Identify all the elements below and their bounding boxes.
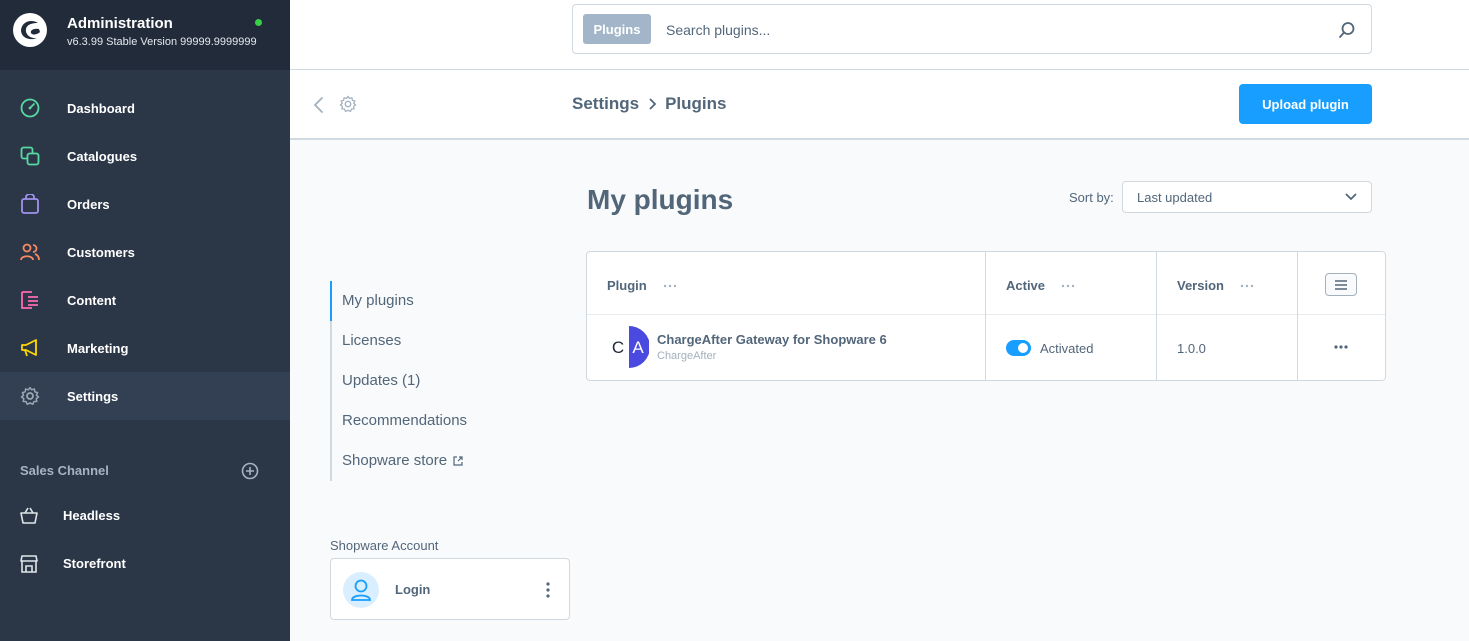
column-divider (1156, 252, 1157, 380)
search-input[interactable] (666, 19, 1306, 41)
channel-label: Headless (63, 508, 121, 523)
sales-channel-title: Sales Channel (20, 463, 109, 478)
orders-icon (21, 194, 39, 214)
smart-bar: Settings Plugins Upload plugin (290, 70, 1469, 140)
account-section-label: Shopware Account (330, 538, 439, 553)
marketing-icon (21, 339, 37, 357)
logo-letter-a: A (632, 338, 644, 357)
sales-channel-headless[interactable]: Headless (0, 496, 290, 536)
row-actions-icon[interactable] (1333, 344, 1349, 350)
nav-label: Marketing (67, 340, 129, 356)
sidebar: Administration v6.3.99 Stable Version 99… (0, 0, 290, 641)
page-title: My plugins (587, 184, 734, 215)
back-arrow-icon[interactable] (312, 96, 326, 114)
search-type-badge[interactable]: Plugins (583, 14, 651, 44)
tab-recommendations[interactable]: Recommendations (342, 412, 467, 429)
settings-icon[interactable] (339, 95, 357, 113)
plugin-vendor: ChargeAfter (657, 350, 717, 362)
dashboard-icon (20, 98, 40, 118)
column-header-version[interactable]: Version (1177, 278, 1254, 293)
column-header-label: Version (1177, 278, 1224, 293)
tab-label: Recommendations (342, 412, 468, 429)
nav-item-catalogues[interactable]: Catalogues (0, 132, 290, 180)
column-divider (1297, 252, 1298, 380)
column-options-icon[interactable] (663, 284, 677, 288)
column-header-active[interactable]: Active (1006, 278, 1075, 293)
plugin-logo: C A (612, 326, 649, 368)
catalogues-icon (20, 146, 40, 166)
storefront-icon (20, 555, 38, 573)
column-header-label: Active (1006, 278, 1046, 293)
nav-item-orders[interactable]: Orders (0, 180, 290, 228)
nav-label: Content (67, 292, 117, 308)
tab-updates[interactable]: Updates (1) (342, 372, 420, 389)
column-header-plugin[interactable]: Plugin (607, 278, 677, 293)
logo-letter-c: C (612, 338, 624, 357)
customers-icon (20, 243, 40, 261)
basket-icon (20, 507, 38, 524)
nav-item-dashboard[interactable]: Dashboard (0, 84, 290, 132)
account-card: Login (330, 558, 570, 620)
nav-item-marketing[interactable]: Marketing (0, 324, 290, 372)
sales-channel-storefront[interactable]: Storefront (0, 544, 290, 584)
channel-label: Storefront (63, 556, 126, 571)
global-search: Plugins (572, 4, 1372, 54)
column-options-icon[interactable] (1240, 284, 1254, 288)
top-search-bar: Plugins (290, 0, 1469, 70)
user-icon (351, 579, 371, 601)
chevron-down-icon (1345, 193, 1357, 201)
breadcrumb-parent[interactable]: Settings (572, 94, 639, 114)
nav-label: Settings (67, 388, 119, 404)
nav-item-customers[interactable]: Customers (0, 228, 290, 276)
avatar (343, 572, 379, 608)
plugin-side-tabs: My plugins Licenses Updates (1) Recommen… (330, 281, 530, 481)
nav-item-settings[interactable]: Settings (0, 372, 290, 420)
add-sales-channel-icon[interactable] (241, 462, 259, 480)
chevron-right-icon (649, 98, 657, 110)
settings-icon (20, 386, 40, 405)
more-vertical-icon[interactable] (539, 579, 557, 601)
list-settings-icon (1335, 279, 1347, 290)
breadcrumb-current: Plugins (665, 94, 727, 113)
nav-label: Customers (67, 244, 135, 260)
toggle-knob (1018, 343, 1028, 353)
tab-label: Updates (1) (342, 372, 421, 389)
app-title: Administration (67, 15, 173, 32)
nav-label: Dashboard (67, 100, 135, 116)
sort-label: Sort by: (1069, 190, 1114, 205)
shopware-logo-icon[interactable] (12, 12, 48, 48)
nav-label: Catalogues (67, 148, 138, 164)
external-link-icon (453, 455, 463, 466)
tab-label: My plugins (342, 292, 414, 309)
active-status-label: Activated (1040, 341, 1094, 356)
tab-label: Shopware store (342, 452, 448, 469)
search-icon[interactable] (1338, 21, 1356, 39)
nav-item-content[interactable]: Content (0, 276, 290, 324)
login-link[interactable]: Login (395, 582, 430, 597)
plugin-version: 1.0.0 (1177, 341, 1206, 356)
sort-select[interactable]: Last updated (1122, 181, 1372, 213)
status-indicator (255, 19, 262, 26)
plugin-active-toggle[interactable] (1006, 340, 1031, 356)
active-tab-indicator (330, 281, 332, 321)
grid-settings-button[interactable] (1325, 273, 1357, 296)
content-icon (21, 291, 38, 309)
tab-label: Licenses (342, 332, 402, 349)
app-version: v6.3.99 Stable Version 99999.9999999 (67, 36, 257, 48)
column-header-label: Plugin (607, 278, 647, 293)
brand-header: Administration v6.3.99 Stable Version 99… (0, 0, 290, 70)
tab-shopware-store[interactable]: Shopware store (342, 452, 463, 469)
tab-my-plugins[interactable]: My plugins (342, 292, 414, 309)
sort-value: Last updated (1137, 190, 1213, 205)
breadcrumb: Settings Plugins (572, 94, 726, 114)
nav-label: Orders (67, 196, 110, 212)
column-divider (985, 252, 986, 380)
plugin-name[interactable]: ChargeAfter Gateway for Shopware 6 (657, 332, 887, 347)
tab-licenses[interactable]: Licenses (342, 332, 401, 349)
column-options-icon[interactable] (1061, 284, 1075, 288)
plugin-grid: Plugin Active Version C A ChargeAfter Ga… (586, 251, 1386, 381)
grid-header (587, 252, 1385, 315)
upload-plugin-button[interactable]: Upload plugin (1239, 84, 1372, 124)
